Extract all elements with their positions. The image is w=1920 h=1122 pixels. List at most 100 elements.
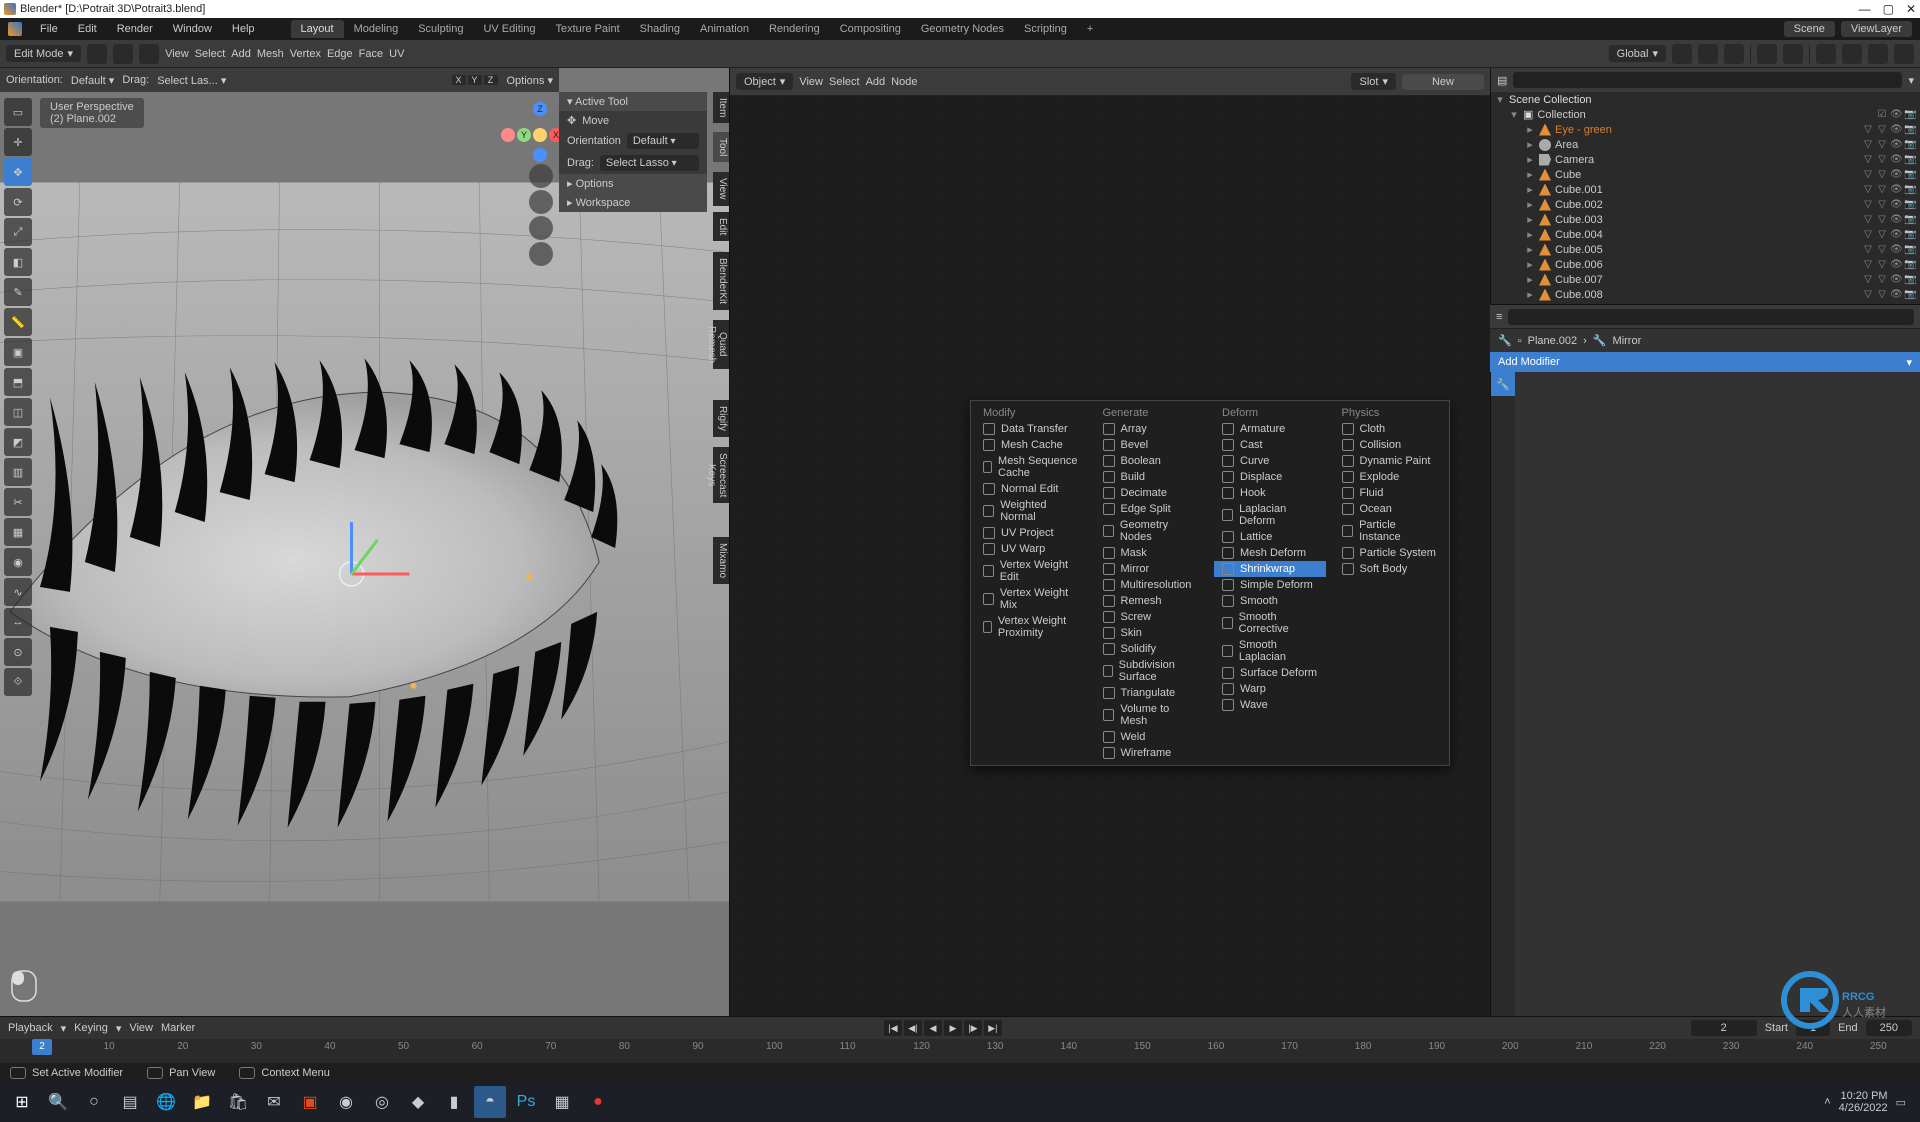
tool-rotate-icon[interactable]: ⟳ <box>4 188 32 216</box>
app-icon[interactable]: ◉ <box>330 1086 362 1118</box>
modifier-shrinkwrap[interactable]: Shrinkwrap <box>1214 561 1326 577</box>
modifier-bevel[interactable]: Bevel <box>1095 437 1207 453</box>
current-frame[interactable]: 2 <box>1691 1020 1757 1036</box>
menu-window[interactable]: Window <box>165 21 220 37</box>
edge-icon[interactable]: 🌐 <box>150 1086 182 1118</box>
tool-spin-icon[interactable]: ◉ <box>4 548 32 576</box>
tab-scripting[interactable]: Scripting <box>1014 20 1077 38</box>
props-search-input[interactable] <box>1508 309 1914 325</box>
orientation-select[interactable]: Default ▾ <box>71 74 114 87</box>
modifier-laplacian-deform[interactable]: Laplacian Deform <box>1214 501 1326 529</box>
shading-solid-icon[interactable] <box>1842 44 1862 64</box>
vp-menu-mesh[interactable]: Mesh <box>257 48 284 60</box>
outliner-row[interactable]: ▸Area▽▽👁📷 <box>1491 137 1920 152</box>
collection[interactable]: Collection <box>1537 109 1585 121</box>
3d-viewport[interactable]: Orientation: Default ▾ Drag: Select Las.… <box>0 68 730 1016</box>
overlay-icon[interactable] <box>1757 44 1777 64</box>
photoshop-icon[interactable]: Ps <box>510 1086 542 1118</box>
modifier-particle-system[interactable]: Particle System <box>1334 545 1446 561</box>
tool-rip-icon[interactable]: ⟐ <box>4 668 32 696</box>
tab-quadremesh[interactable]: Quad Remesh <box>713 320 729 369</box>
modifier-uv-warp[interactable]: UV Warp <box>975 541 1087 557</box>
outliner-row[interactable]: ▸Cube.002▽▽👁📷 <box>1491 197 1920 212</box>
steam-icon[interactable]: ◆ <box>402 1086 434 1118</box>
modifier-collision[interactable]: Collision <box>1334 437 1446 453</box>
modifier-cloth[interactable]: Cloth <box>1334 421 1446 437</box>
modifier-edge-split[interactable]: Edge Split <box>1095 501 1207 517</box>
modifier-volume-to-mesh[interactable]: Volume to Mesh <box>1095 701 1207 729</box>
outliner-type-icon[interactable]: ▤ <box>1497 74 1507 87</box>
search-icon[interactable]: 🔍 <box>42 1086 74 1118</box>
scene-selector[interactable]: Scene <box>1784 21 1835 37</box>
outliner-filter-icon[interactable]: ▾ <box>1908 74 1914 87</box>
tool-scale-icon[interactable]: ⤢ <box>4 218 32 246</box>
modifier-hook[interactable]: Hook <box>1214 485 1326 501</box>
modifier-smooth-laplacian[interactable]: Smooth Laplacian <box>1214 637 1326 665</box>
select-edge-icon[interactable] <box>113 44 133 64</box>
modifier-armature[interactable]: Armature <box>1214 421 1326 437</box>
vp-menu-view[interactable]: View <box>165 48 189 60</box>
props-tab-modifier-icon[interactable]: 🔧 <box>1491 372 1515 396</box>
modifier-mirror[interactable]: Mirror <box>1095 561 1207 577</box>
outliner-row[interactable]: ▸Cube.001▽▽👁📷 <box>1491 182 1920 197</box>
tab-animation[interactable]: Animation <box>690 20 759 38</box>
modifier-vertex-weight-mix[interactable]: Vertex Weight Mix <box>975 585 1087 613</box>
notifications-icon[interactable]: ▭ <box>1896 1096 1906 1109</box>
modifier-smooth-corrective[interactable]: Smooth Corrective <box>1214 609 1326 637</box>
modifier-uv-project[interactable]: UV Project <box>975 525 1087 541</box>
outliner-row[interactable]: ▸Cube.003▽▽👁📷 <box>1491 212 1920 227</box>
prev-key-icon[interactable]: ◀| <box>904 1020 922 1036</box>
next-key-icon[interactable]: |▶ <box>964 1020 982 1036</box>
vp-menu-edge[interactable]: Edge <box>327 48 353 60</box>
rec-icon[interactable]: ● <box>582 1086 614 1118</box>
scene-collection[interactable]: Scene Collection <box>1509 94 1592 106</box>
tool-inset-icon[interactable]: ◫ <box>4 398 32 426</box>
mode-select[interactable]: Edit Mode ▾ <box>6 45 81 62</box>
play-icon[interactable]: ▶ <box>944 1020 962 1036</box>
outliner-row[interactable]: ▸Cube.004▽▽👁📷 <box>1491 227 1920 242</box>
panel-options[interactable]: Options <box>576 178 614 190</box>
nav-camera-icon[interactable] <box>529 216 553 240</box>
outliner-row[interactable]: ▸Camera▽▽👁📷 <box>1491 152 1920 167</box>
vp-menu-uv[interactable]: UV <box>389 48 404 60</box>
tool-knife-icon[interactable]: ✂ <box>4 488 32 516</box>
tool-annotate-icon[interactable]: ✎ <box>4 278 32 306</box>
tab-texture-paint[interactable]: Texture Paint <box>545 20 629 38</box>
modifier-weighted-normal[interactable]: Weighted Normal <box>975 497 1087 525</box>
shader-menu-add[interactable]: Add <box>866 76 886 88</box>
modifier-multiresolution[interactable]: Multiresolution <box>1095 577 1207 593</box>
vp-menu-select[interactable]: Select <box>195 48 226 60</box>
modifier-geometry-nodes[interactable]: Geometry Nodes <box>1095 517 1207 545</box>
modifier-array[interactable]: Array <box>1095 421 1207 437</box>
tool-measure-icon[interactable]: 📏 <box>4 308 32 336</box>
tab-modeling[interactable]: Modeling <box>344 20 409 38</box>
xray-icon[interactable] <box>1783 44 1803 64</box>
modifier-displace[interactable]: Displace <box>1214 469 1326 485</box>
axis-toggles[interactable]: XYZ <box>451 74 499 86</box>
play-rev-icon[interactable]: ◀ <box>924 1020 942 1036</box>
start-icon[interactable]: ⊞ <box>6 1086 38 1118</box>
timeline[interactable]: Playback ▾ Keying ▾ View Marker |◀ ◀| ◀ … <box>0 1016 1920 1062</box>
tray-up-icon[interactable]: ˄ <box>1824 1096 1830 1108</box>
outliner[interactable]: ▤ ▾ ▾Scene Collection ▾▣Collection ☑👁📷 ▸… <box>1490 68 1920 304</box>
shading-rendered-icon[interactable] <box>1894 44 1914 64</box>
modifier-weld[interactable]: Weld <box>1095 729 1207 745</box>
vp-menu-face[interactable]: Face <box>359 48 383 60</box>
pivot-icon[interactable] <box>1672 44 1692 64</box>
nav-gizmo[interactable]: Z Y X <box>493 98 553 158</box>
modifier-soft-body[interactable]: Soft Body <box>1334 561 1446 577</box>
playhead[interactable]: 2 <box>32 1039 52 1055</box>
modifier-skin[interactable]: Skin <box>1095 625 1207 641</box>
tab-geometry-nodes[interactable]: Geometry Nodes <box>911 20 1014 38</box>
tab-view[interactable]: View <box>713 172 729 206</box>
tab-layout[interactable]: Layout <box>291 20 344 38</box>
modifier-wave[interactable]: Wave <box>1214 697 1326 713</box>
shader-mode[interactable]: Object ▾ <box>736 73 793 90</box>
jump-end-icon[interactable]: ▶| <box>984 1020 1002 1036</box>
modifier-boolean[interactable]: Boolean <box>1095 453 1207 469</box>
outliner-row[interactable]: ▸Eye - green▽▽👁📷 <box>1491 122 1920 137</box>
modifier-mesh-deform[interactable]: Mesh Deform <box>1214 545 1326 561</box>
tab-mixamo[interactable]: Mixamo <box>713 537 729 584</box>
tab-screencast[interactable]: Screecast Keys <box>713 447 729 503</box>
modifier-fluid[interactable]: Fluid <box>1334 485 1446 501</box>
